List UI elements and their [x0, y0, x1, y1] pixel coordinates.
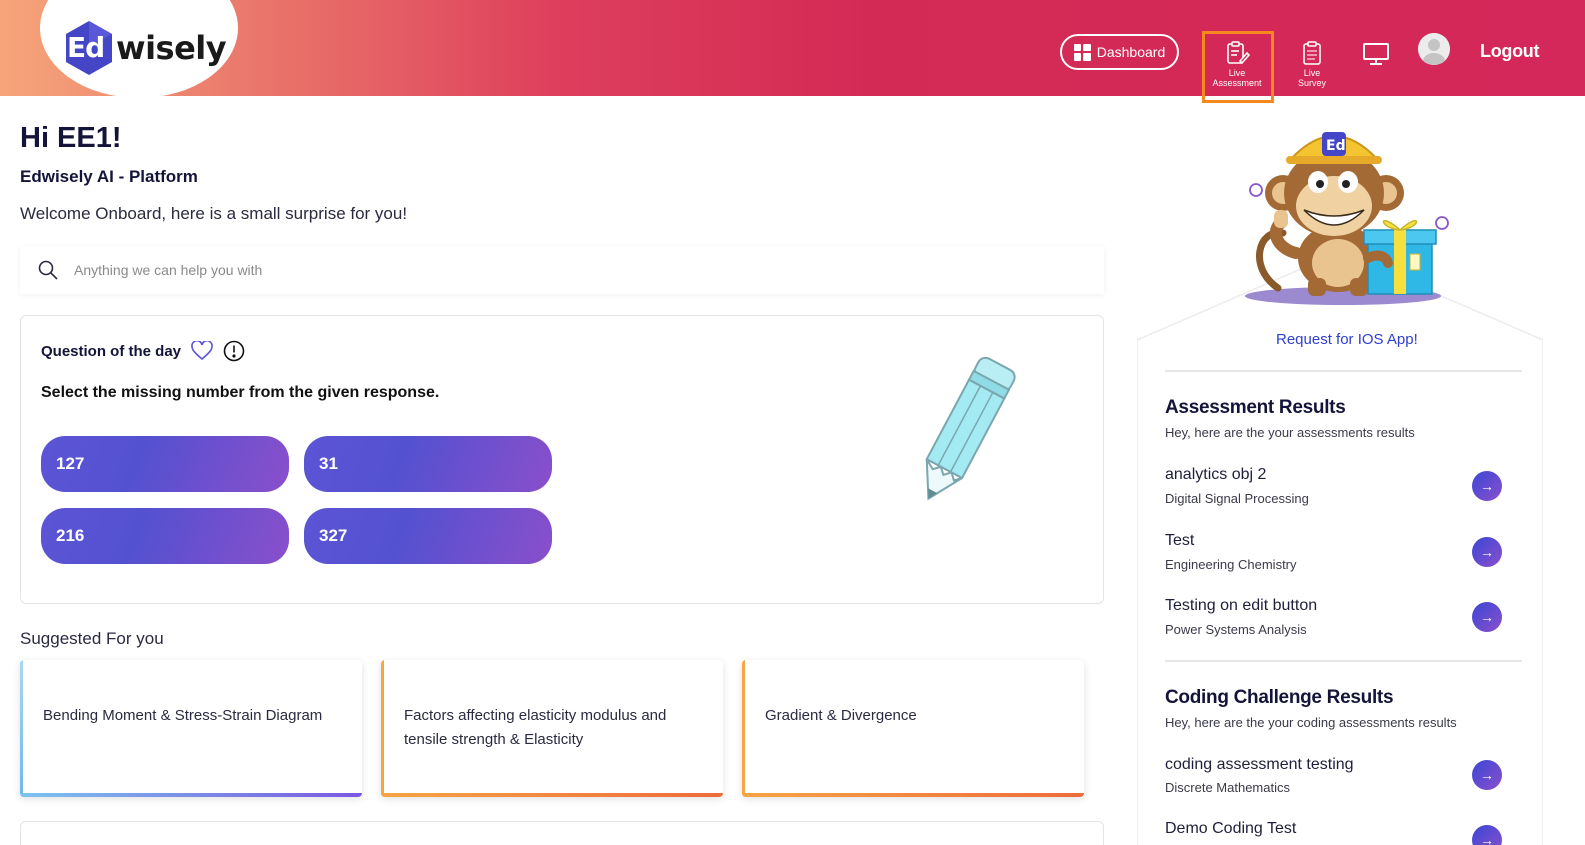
greeting-title: Hi EE1! [20, 122, 122, 154]
dashboard-button[interactable]: Dashboard [1060, 34, 1179, 70]
assessment-result-name: analytics obj 2 [1165, 466, 1267, 483]
next-section-card [20, 821, 1104, 845]
question-text: Select the missing number from the given… [41, 384, 440, 401]
answer-option[interactable]: 31 [304, 436, 552, 492]
arrow-right-icon[interactable]: → [1472, 471, 1502, 501]
clipboard-edit-icon [1227, 41, 1251, 65]
logout-button[interactable]: Logout [1480, 41, 1539, 62]
panel-divider [1165, 370, 1522, 372]
answer-option[interactable]: 127 [41, 436, 289, 492]
request-ios-app-link[interactable]: Request for IOS App! [1276, 331, 1418, 348]
coding-result-subject: Discrete Mathematics [1165, 780, 1290, 795]
logo-badge-text: Ed [67, 31, 105, 64]
suggested-card-title: Bending Moment & Stress-Strain Diagram [43, 707, 323, 724]
welcome-message: Welcome Onboard, here is a small surpris… [20, 204, 408, 223]
pencil-illustration [925, 356, 1016, 501]
assessment-result-subject: Digital Signal Processing [1165, 491, 1309, 506]
arrow-right-icon[interactable]: → [1472, 602, 1502, 632]
assessment-result-name: Test [1165, 532, 1195, 549]
heart-icon[interactable] [191, 341, 213, 361]
top-header: Ed wisely Dashboard Live Assessment Live… [0, 0, 1585, 103]
search-bar [20, 246, 1104, 294]
dashboard-label: Dashboard [1096, 44, 1166, 60]
assessment-results-title: Assessment Results [1165, 397, 1346, 418]
search-icon [38, 260, 58, 280]
suggested-card[interactable]: Bending Moment & Stress-Strain Diagram [20, 660, 362, 797]
question-of-the-day-card: Question of the day Select the missing n… [20, 315, 1104, 604]
suggested-card-title: Gradient & Divergence [765, 707, 917, 724]
suggested-card[interactable]: Factors affecting elasticity modulus and… [381, 660, 723, 797]
arrow-right-icon[interactable]: → [1472, 760, 1502, 790]
live-assessment-button[interactable]: Live Assessment [1207, 40, 1267, 88]
arrow-right-icon[interactable]: → [1472, 537, 1502, 567]
dashboard-grid-icon [1073, 43, 1091, 61]
live-assessment-label-1: Live [1228, 68, 1246, 78]
live-assessment-label-2: Assessment [1212, 78, 1262, 88]
monitor-icon[interactable] [1362, 42, 1390, 66]
logo-hexagon-icon: Ed [64, 19, 114, 77]
edwisely-logo[interactable]: Ed wisely [64, 18, 227, 78]
assessment-result-name: Testing on edit button [1165, 597, 1318, 614]
question-header: Question of the day [41, 340, 245, 362]
mascot-hat-badge: Ed [1326, 138, 1346, 154]
live-survey-label-2: Survey [1297, 78, 1326, 88]
assessment-results-subtitle: Hey, here are the your assessments resul… [1165, 425, 1415, 440]
assessment-result-subject: Engineering Chemistry [1165, 557, 1297, 572]
question-title: Question of the day [41, 342, 182, 360]
coding-results-title: Coding Challenge Results [1165, 687, 1394, 708]
suggested-section-title: Suggested For you [20, 629, 164, 648]
user-avatar-icon[interactable] [1418, 33, 1450, 65]
answer-option[interactable]: 327 [304, 508, 552, 564]
coding-result-name: Demo Coding Test [1165, 820, 1297, 837]
platform-name: Edwisely AI - Platform [20, 167, 198, 186]
search-input[interactable] [74, 262, 974, 278]
monkey-mascot-illustration: Ed [1245, 132, 1449, 305]
suggested-card-title: Factors affecting elasticity modulus and… [404, 707, 667, 748]
live-survey-button[interactable]: Live Survey [1290, 40, 1334, 88]
suggested-card[interactable]: Gradient & Divergence [742, 660, 1084, 797]
panel-divider [1165, 660, 1522, 662]
assessment-result-subject: Power Systems Analysis [1165, 622, 1307, 637]
coding-results-subtitle: Hey, here are the your coding assessment… [1165, 715, 1457, 730]
coding-result-name: coding assessment testing [1165, 756, 1354, 773]
clipboard-list-icon [1303, 41, 1321, 65]
answer-option[interactable]: 216 [41, 508, 289, 564]
logo-wordmark: wisely [116, 29, 227, 67]
live-survey-label-1: Live [1303, 68, 1321, 78]
info-icon[interactable] [223, 340, 245, 362]
